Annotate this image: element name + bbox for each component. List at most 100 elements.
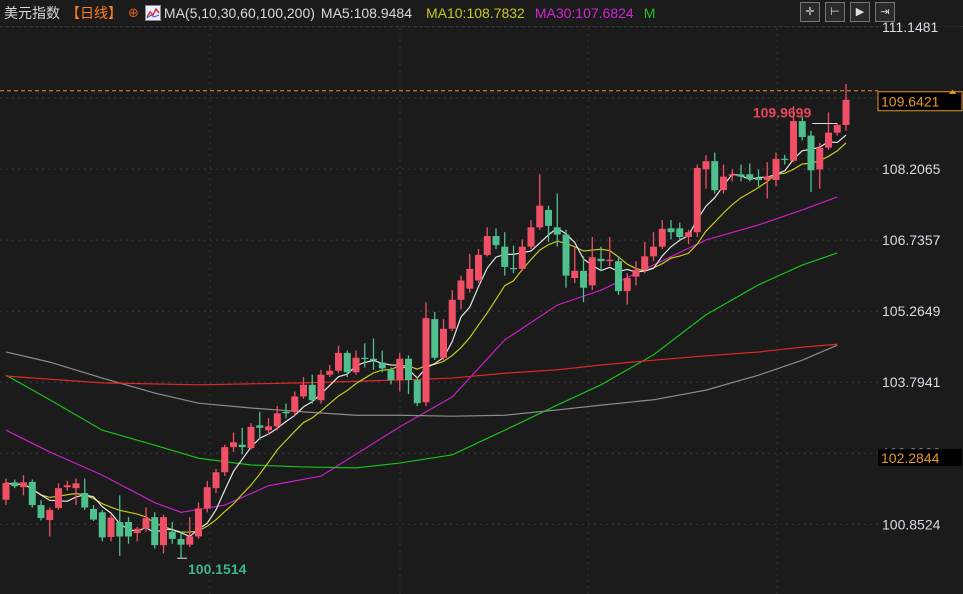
candle <box>238 427 246 455</box>
candle-body <box>230 442 237 448</box>
candle <box>107 514 115 542</box>
candle-body <box>781 158 789 161</box>
candle <box>536 174 544 230</box>
candle <box>72 478 80 506</box>
candle-body <box>361 357 369 360</box>
candle <box>431 311 439 361</box>
candle <box>615 256 622 295</box>
candle-body <box>825 132 832 148</box>
candle-body <box>702 161 710 170</box>
candle-body <box>72 483 80 489</box>
candle <box>693 164 701 238</box>
candle <box>378 350 386 373</box>
y-tick-label: 105.2649 <box>882 303 941 319</box>
y-tick-label: 103.7941 <box>882 374 941 390</box>
candle-body <box>650 246 657 257</box>
candle-body <box>212 472 220 489</box>
candles <box>2 83 850 559</box>
candle-body <box>763 176 771 181</box>
candle <box>676 222 684 240</box>
candle-body <box>790 121 797 161</box>
candle-body <box>492 236 500 246</box>
candle <box>737 164 745 182</box>
candle-body <box>553 227 561 235</box>
candle-body <box>711 161 719 191</box>
candle <box>518 239 526 271</box>
ma60-line <box>5 252 838 469</box>
candle-body <box>55 488 62 508</box>
candle <box>833 123 841 136</box>
candle-body <box>125 521 132 537</box>
candle <box>370 338 377 370</box>
candle <box>168 521 176 544</box>
candle <box>632 261 640 286</box>
candlestick-chart[interactable]: 111.1481109.6773108.2065106.7357105.2649… <box>0 0 963 594</box>
candle-body <box>571 270 579 279</box>
candle <box>177 531 185 559</box>
candle-body <box>107 517 115 537</box>
candle <box>641 241 649 274</box>
candle <box>142 507 150 532</box>
candle <box>422 302 430 407</box>
candle-body <box>90 508 97 520</box>
candle <box>116 495 124 556</box>
tag-price-label: 102.2844 <box>881 450 940 466</box>
candle-body <box>641 256 649 270</box>
candle-body <box>177 538 185 545</box>
candle <box>781 154 789 165</box>
candle <box>335 345 342 374</box>
candle <box>247 422 255 450</box>
candle-body <box>343 352 351 373</box>
candle-body <box>518 246 526 269</box>
candle-body <box>221 447 229 473</box>
min-price-label: 100.1514 <box>188 561 247 577</box>
candle <box>825 112 832 151</box>
candle <box>46 507 54 537</box>
candle <box>326 365 334 378</box>
candle-body <box>798 121 806 138</box>
candle <box>763 162 771 199</box>
candle-body <box>676 228 684 238</box>
candle-body <box>510 267 517 270</box>
candle <box>746 163 754 182</box>
candle-body <box>501 246 509 267</box>
candle <box>81 478 89 510</box>
candle <box>20 475 27 496</box>
candle-body <box>46 509 54 521</box>
candle-body <box>588 257 596 286</box>
candle <box>308 374 316 404</box>
candle <box>37 500 45 521</box>
candle <box>195 502 202 539</box>
candle-body <box>20 482 27 488</box>
candle-body <box>335 352 342 371</box>
candle <box>125 517 132 544</box>
current-price-label: 109.6421 <box>881 94 940 110</box>
candle-body <box>580 270 587 288</box>
candle <box>291 391 299 416</box>
candle-body <box>457 280 465 300</box>
candle <box>343 350 351 378</box>
candle <box>667 220 675 240</box>
candle-body <box>238 444 246 448</box>
y-tick-label: 108.2065 <box>882 161 941 177</box>
candle <box>413 377 421 407</box>
candle-body <box>291 396 299 412</box>
candle-body <box>195 508 202 537</box>
candle-body <box>378 362 386 369</box>
candle-body <box>667 228 675 233</box>
candle <box>483 227 491 257</box>
candle-body <box>81 493 89 508</box>
candle <box>2 478 10 506</box>
candle-body <box>37 505 45 519</box>
candle-body <box>842 99 850 125</box>
candle <box>588 237 596 291</box>
candle-body <box>2 482 10 500</box>
candle <box>650 232 657 262</box>
candle <box>711 152 719 194</box>
candle <box>405 355 412 394</box>
candle <box>553 193 561 247</box>
candle-body <box>405 358 412 380</box>
price-alert-icon: ⏶ <box>948 87 957 99</box>
candle <box>658 220 666 250</box>
candle-body <box>833 124 841 133</box>
